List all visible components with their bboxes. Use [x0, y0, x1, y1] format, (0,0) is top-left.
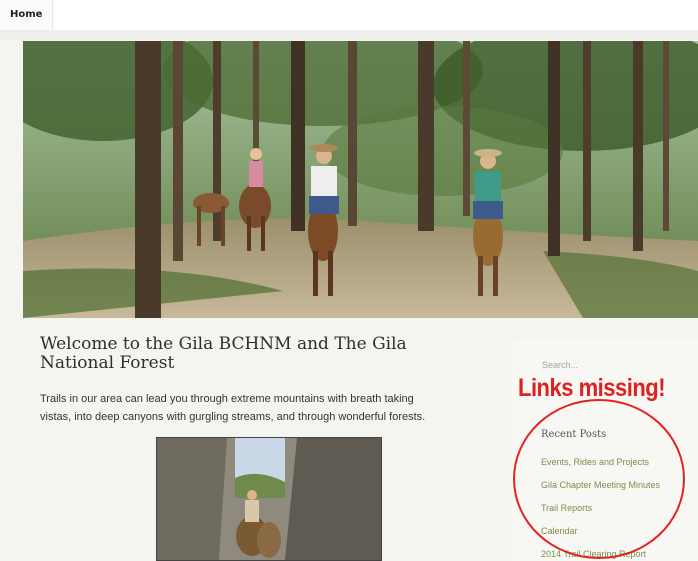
trail-photo [156, 437, 382, 561]
recent-posts-title: Recent Posts [541, 429, 607, 440]
trail-photo-image [157, 438, 381, 560]
intro-paragraph: Trails in our area can lead you through … [40, 393, 426, 423]
nav-divider [0, 30, 698, 40]
hero-photo [23, 41, 698, 318]
page-title: Welcome to the Gila BCHNM and The Gila N… [40, 334, 407, 373]
nav-home[interactable]: Home [0, 0, 54, 30]
hero-image [23, 41, 698, 318]
recent-post-link[interactable]: Gila Chapter Meeting Minutes [541, 474, 660, 497]
recent-post-link[interactable]: Calendar [541, 520, 660, 543]
recent-post-link[interactable]: 2014 Trail Clearing Report [541, 543, 660, 561]
recent-post-link[interactable]: Events, Rides and Projects [541, 451, 660, 474]
page: Home Welcome to the Gila BCHNM and The G… [0, 0, 698, 561]
search-input[interactable] [542, 356, 682, 374]
main-content: Welcome to the Gila BCHNM and The Gila N… [40, 335, 480, 426]
recent-post-link[interactable]: Trail Reports [541, 497, 660, 520]
recent-posts-list: Events, Rides and Projects Gila Chapter … [541, 451, 660, 561]
top-nav: Home [0, 0, 698, 30]
annotation-label: Links missing! [518, 373, 666, 402]
